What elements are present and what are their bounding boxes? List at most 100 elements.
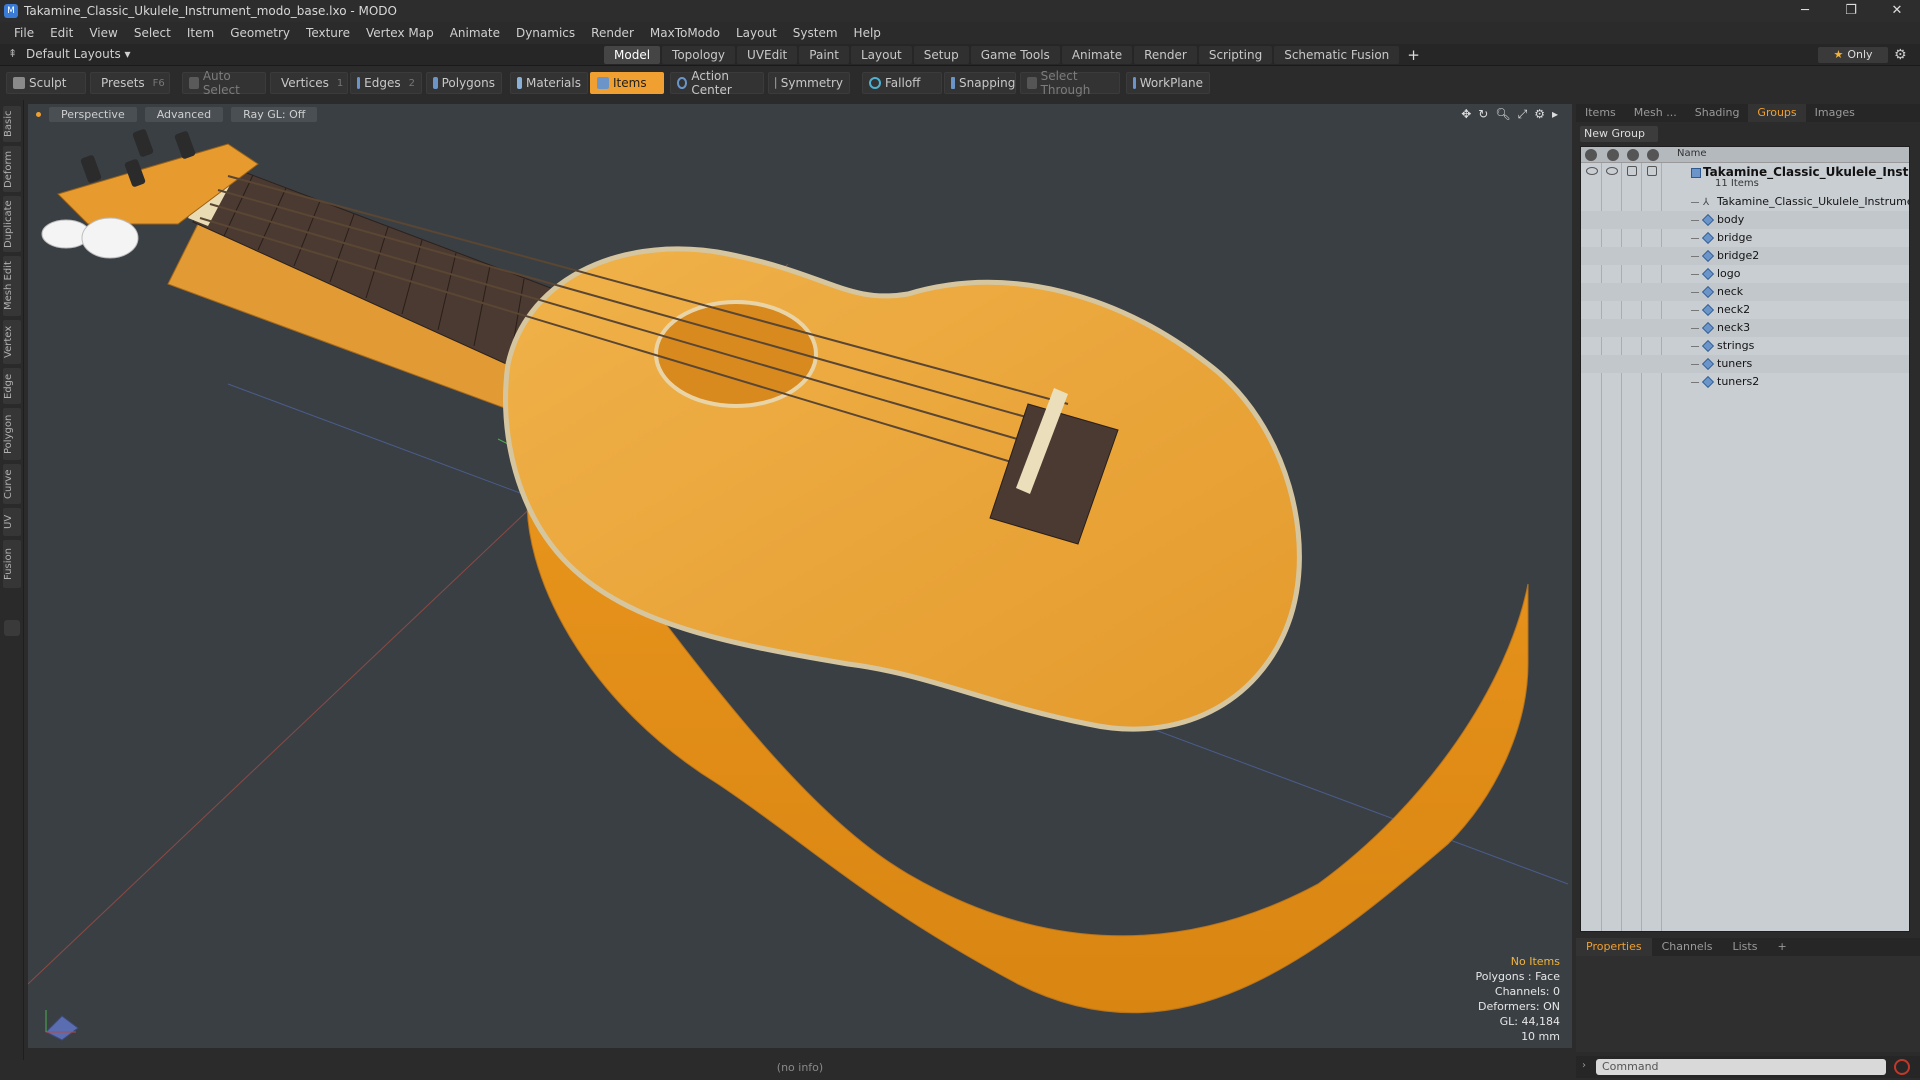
group-row[interactable]: Takamine_Classic_Ukulele_Inst ... 11 Ite… <box>1581 163 1909 193</box>
settings-icon[interactable]: ⚙ <box>1534 107 1545 122</box>
sculpt-button[interactable]: Sculpt <box>6 72 86 94</box>
tab-uvedit[interactable]: UVEdit <box>737 46 798 64</box>
lock-column-icon[interactable] <box>1627 149 1639 161</box>
tab-setup[interactable]: Setup <box>913 46 969 64</box>
tab-render[interactable]: Render <box>1134 46 1197 64</box>
vertices-button[interactable]: Vertices 1 <box>270 72 348 94</box>
list-item[interactable]: tuners2 <box>1581 373 1909 391</box>
menu-render[interactable]: Render <box>583 26 642 40</box>
list-item[interactable]: neck3 <box>1581 319 1909 337</box>
snapping-button[interactable]: Snapping <box>944 72 1016 94</box>
menu-select[interactable]: Select <box>126 26 179 40</box>
list-item[interactable]: strings <box>1581 337 1909 355</box>
pan-icon[interactable]: ✥ <box>1461 107 1471 122</box>
strip-tab-vertex[interactable]: Vertex <box>3 320 21 364</box>
menu-item[interactable]: Item <box>179 26 222 40</box>
tab-paint[interactable]: Paint <box>799 46 849 64</box>
tab-properties[interactable]: Properties <box>1576 938 1652 956</box>
strip-tab-edge[interactable]: Edge <box>3 368 21 404</box>
symmetry-button[interactable]: Symmetry <box>768 72 850 94</box>
3d-viewport[interactable]: Perspective Advanced Ray GL: Off ✥ ↻ 🔍︎ … <box>28 104 1572 1048</box>
add-tab-icon[interactable]: + <box>1401 46 1426 64</box>
tab-layout[interactable]: Layout <box>850 46 912 64</box>
command-history-icon[interactable]: › <box>1582 1060 1586 1071</box>
tab-topology[interactable]: Topology <box>662 46 736 64</box>
strip-tab-mesh-edit[interactable]: Mesh Edit <box>3 256 21 316</box>
advanced-button[interactable]: Advanced <box>144 106 224 122</box>
minimize-icon[interactable]: ─ <box>1782 0 1828 22</box>
select-through-button[interactable]: Select Through <box>1020 69 1120 97</box>
list-item[interactable]: logo <box>1581 265 1909 283</box>
tab-groups[interactable]: Groups <box>1748 104 1806 122</box>
tab-scripting[interactable]: Scripting <box>1198 46 1273 64</box>
list-item[interactable]: body <box>1581 211 1909 229</box>
zoom-icon[interactable]: 🔍︎ <box>1495 107 1510 122</box>
render-column-icon[interactable] <box>1607 149 1619 161</box>
strip-tab-uv[interactable]: UV <box>3 508 21 536</box>
auto-select-button[interactable]: Auto Select <box>182 69 266 97</box>
strip-tab-deform[interactable]: Deform <box>3 146 21 192</box>
tab-game-tools[interactable]: Game Tools <box>970 46 1060 64</box>
tab-items[interactable]: Items <box>1576 104 1625 122</box>
strip-toggle-button[interactable] <box>4 620 20 636</box>
menu-maxtomodo[interactable]: MaxToModo <box>642 26 728 40</box>
falloff-button[interactable]: Falloff <box>862 72 942 94</box>
group-list[interactable]: Name Takamine_Classic_Ukulele_Inst ... 1… <box>1580 146 1910 932</box>
menu-texture[interactable]: Texture <box>298 26 358 40</box>
layout-switch-icon[interactable]: ⇞ <box>8 48 20 60</box>
gear-icon[interactable]: ⚙ <box>1894 47 1907 63</box>
tab-lists[interactable]: Lists <box>1723 938 1768 956</box>
presets-button[interactable]: Presets F6 <box>90 72 170 94</box>
items-button[interactable]: Items <box>590 72 664 94</box>
list-item[interactable]: ⅄ Takamine_Classic_Ukulele_Instrument <box>1581 193 1909 211</box>
edges-button[interactable]: Edges 2 <box>350 72 422 94</box>
list-item[interactable]: neck2 <box>1581 301 1909 319</box>
view-mode-button[interactable]: Perspective <box>49 106 137 122</box>
command-input[interactable]: Command <box>1596 1059 1886 1075</box>
only-toggle[interactable]: ★ Only <box>1818 47 1888 63</box>
rotate-icon[interactable]: ↻ <box>1478 107 1488 122</box>
tab-animate[interactable]: Animate <box>1061 46 1133 64</box>
menu-file[interactable]: File <box>6 26 42 40</box>
add-panel-tab-icon[interactable]: + <box>1767 938 1796 956</box>
strip-tab-polygon[interactable]: Polygon <box>3 408 21 460</box>
tab-mesh[interactable]: Mesh ... <box>1625 104 1686 122</box>
tab-channels[interactable]: Channels <box>1652 938 1723 956</box>
visibility-column-icon[interactable] <box>1585 149 1597 161</box>
viewport-menu-dot[interactable] <box>36 111 41 117</box>
list-item[interactable]: bridge <box>1581 229 1909 247</box>
menu-edit[interactable]: Edit <box>42 26 81 40</box>
polygons-button[interactable]: Polygons <box>426 72 502 94</box>
tab-images[interactable]: Images <box>1806 104 1864 122</box>
eye-icon[interactable] <box>1586 167 1598 175</box>
expand-arrow-icon[interactable]: ▸ <box>1552 107 1558 122</box>
list-item[interactable]: bridge2 <box>1581 247 1909 265</box>
select-column-icon[interactable] <box>1647 149 1659 161</box>
strip-tab-basic[interactable]: Basic <box>3 106 21 142</box>
menu-dynamics[interactable]: Dynamics <box>508 26 583 40</box>
strip-tab-curve[interactable]: Curve <box>3 464 21 504</box>
strip-tab-duplicate[interactable]: Duplicate <box>3 196 21 252</box>
list-item[interactable]: tuners <box>1581 355 1909 373</box>
tab-shading[interactable]: Shading <box>1686 104 1749 122</box>
materials-button[interactable]: Materials <box>510 72 588 94</box>
close-icon[interactable]: ✕ <box>1874 0 1920 22</box>
tab-schematic-fusion[interactable]: Schematic Fusion <box>1274 46 1400 64</box>
restore-icon[interactable]: ❐ <box>1828 0 1874 22</box>
raygl-button[interactable]: Ray GL: Off <box>231 106 318 122</box>
menu-help[interactable]: Help <box>846 26 889 40</box>
layout-dropdown[interactable]: Default Layouts ▾ <box>26 47 131 61</box>
maximize-icon[interactable]: ⤢ <box>1518 107 1528 122</box>
menu-view[interactable]: View <box>81 26 125 40</box>
menu-layout[interactable]: Layout <box>728 26 785 40</box>
menu-vertex-map[interactable]: Vertex Map <box>358 26 442 40</box>
strip-tab-fusion[interactable]: Fusion <box>3 540 21 588</box>
render-icon[interactable] <box>1606 167 1618 175</box>
menu-animate[interactable]: Animate <box>442 26 508 40</box>
list-item[interactable]: neck <box>1581 283 1909 301</box>
menu-system[interactable]: System <box>785 26 846 40</box>
workplane-button[interactable]: WorkPlane <box>1126 72 1210 94</box>
new-group-button[interactable]: New Group <box>1580 126 1658 142</box>
tab-model[interactable]: Model <box>604 46 661 64</box>
action-center-button[interactable]: Action Center <box>670 69 764 97</box>
